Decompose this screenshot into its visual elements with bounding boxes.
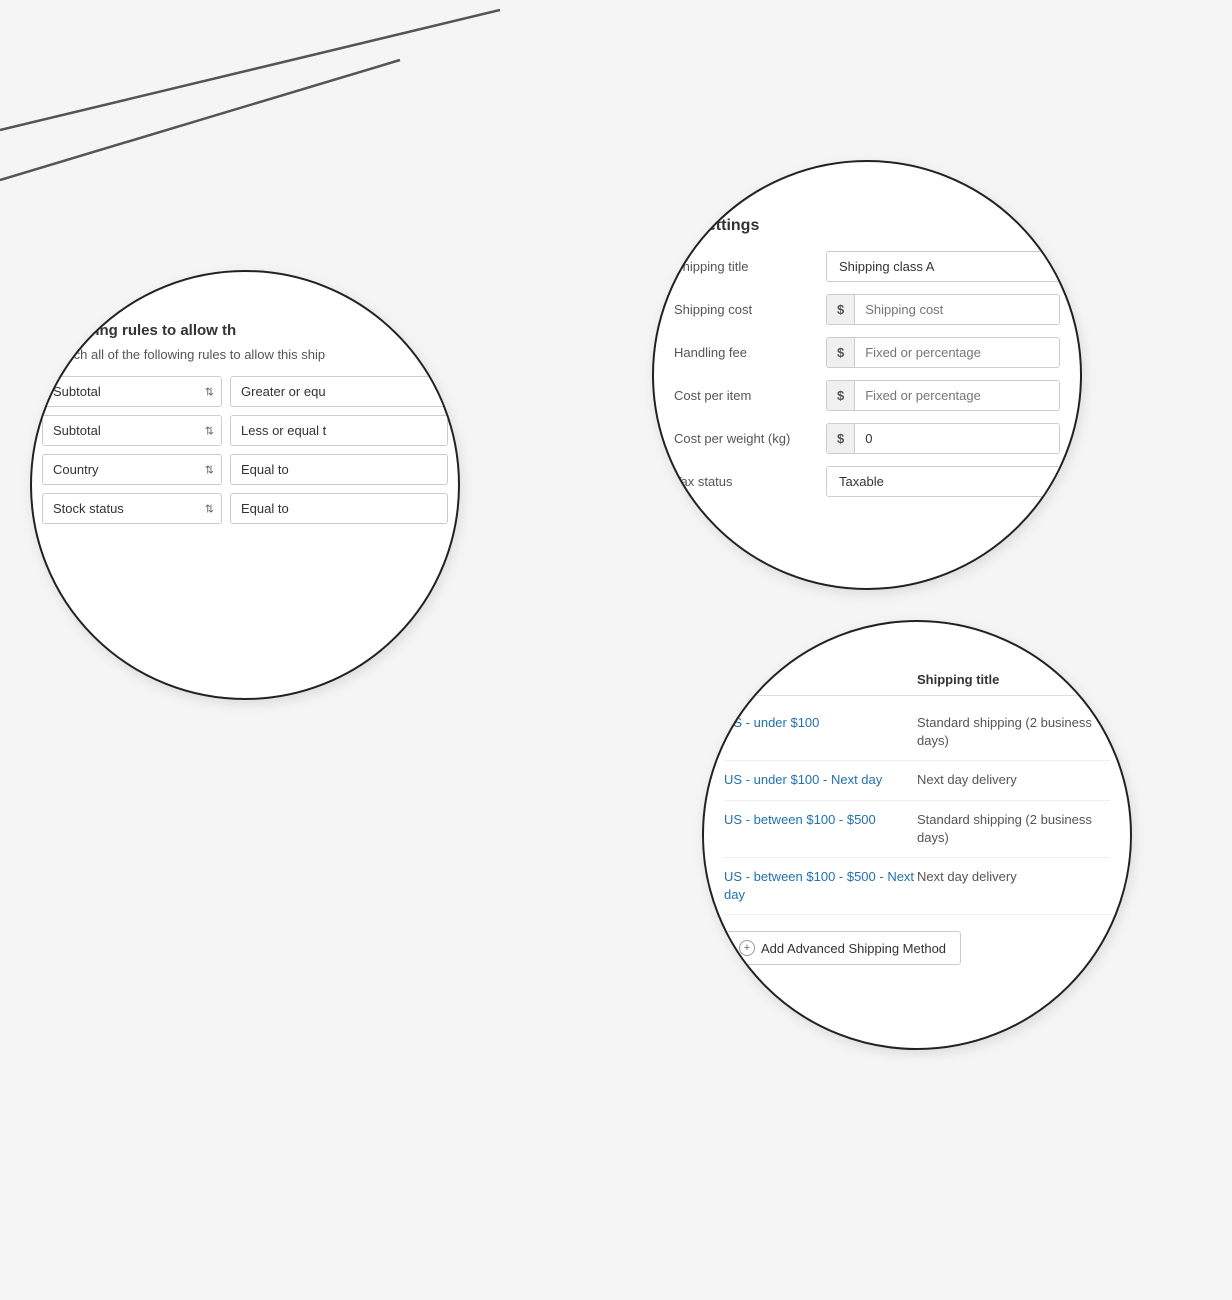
methods-name-1[interactable]: US - under $100 [724, 714, 917, 732]
methods-title-1: Standard shipping (2 business days) [917, 714, 1110, 750]
settings-input-handling-fee[interactable] [855, 338, 1059, 367]
settings-prefix-cost-per-item: $ [827, 381, 855, 410]
settings-label-cost-per-item: Cost per item [674, 388, 814, 403]
settings-input-cost-per-item[interactable] [855, 381, 1059, 410]
methods-row-3: US - between $100 - $500 Standard shippi… [724, 801, 1110, 858]
settings-prefix-shipping-cost: $ [827, 295, 855, 324]
rules-circle: following rules to allow th match all of… [30, 270, 460, 700]
settings-input-wrapper-handling-fee: $ [826, 337, 1060, 368]
rules-header-text: following rules to allow th [52, 322, 236, 339]
settings-label-cost-per-weight: Cost per weight (kg) [674, 431, 814, 446]
settings-row-shipping-cost: Shipping cost $ [674, 294, 1060, 325]
settings-row-handling-fee: Handling fee $ [674, 337, 1060, 368]
rule-field-wrapper-4: Stock status [42, 493, 222, 524]
plus-icon: + [739, 940, 755, 956]
rule-condition-1: Greater or equ [230, 376, 448, 407]
rule-row-4: Stock status Equal to [42, 493, 448, 524]
settings-input-wrapper-cost-per-weight: $ [826, 423, 1060, 454]
settings-input-shipping-cost[interactable] [855, 295, 1059, 324]
settings-row-cost-per-weight: Cost per weight (kg) $ [674, 423, 1060, 454]
methods-name-2[interactable]: US - under $100 - Next day [724, 771, 917, 789]
settings-prefix-handling-fee: $ [827, 338, 855, 367]
methods-panel: Shipping title US - under $100 Standard … [724, 672, 1110, 965]
methods-name-4[interactable]: US - between $100 - $500 - Next day [724, 868, 917, 904]
rule-row-1: Subtotal Greater or equ [42, 376, 448, 407]
settings-panel: ng settings Shipping title Shipping clas… [674, 217, 1060, 509]
rule-condition-2: Less or equal t [230, 415, 448, 446]
settings-label-tax-status: Tax status [674, 474, 814, 489]
settings-label-shipping-title: Shipping title [674, 259, 814, 274]
rules-content: following rules to allow th match all of… [32, 272, 458, 698]
methods-circle: Shipping title US - under $100 Standard … [702, 620, 1132, 1050]
diagonal-decoration [0, 0, 500, 220]
settings-label-shipping-cost: Shipping cost [674, 302, 814, 317]
settings-label-handling-fee: Handling fee [674, 345, 814, 360]
rules-header: following rules to allow th [42, 322, 448, 339]
rule-row-2: Subtotal Less or equal t [42, 415, 448, 446]
methods-row-2: US - under $100 - Next day Next day deli… [724, 761, 1110, 800]
rule-condition-4: Equal to [230, 493, 448, 524]
rule-condition-3: Equal to [230, 454, 448, 485]
settings-input-wrapper-cost-per-item: $ [826, 380, 1060, 411]
rule-field-select-2[interactable]: Subtotal [42, 415, 222, 446]
rule-field-wrapper-1: Subtotal [42, 376, 222, 407]
rules-subheader-text: match all of the following rules to allo… [52, 347, 325, 362]
rules-panel: following rules to allow th match all of… [32, 322, 458, 532]
settings-prefix-cost-per-weight: $ [827, 424, 855, 453]
settings-row-cost-per-item: Cost per item $ [674, 380, 1060, 411]
methods-col-title-header: Shipping title [917, 672, 1110, 687]
settings-value-tax-status[interactable]: Taxable [826, 466, 1060, 497]
rule-row-3: Country Equal to [42, 454, 448, 485]
settings-content: ng settings Shipping title Shipping clas… [654, 162, 1080, 588]
rule-field-select-4[interactable]: Stock status [42, 493, 222, 524]
rule-field-wrapper-2: Subtotal [42, 415, 222, 446]
rule-field-wrapper-3: Country [42, 454, 222, 485]
settings-value-shipping-title[interactable]: Shipping class A [826, 251, 1060, 282]
methods-name-3[interactable]: US - between $100 - $500 [724, 811, 917, 829]
methods-header-row: Shipping title [724, 672, 1110, 696]
methods-title-2: Next day delivery [917, 771, 1110, 789]
add-advanced-shipping-method-button[interactable]: + Add Advanced Shipping Method [724, 931, 961, 965]
methods-content: Shipping title US - under $100 Standard … [704, 622, 1130, 1048]
settings-input-wrapper-shipping-cost: $ [826, 294, 1060, 325]
settings-circle: ng settings Shipping title Shipping clas… [652, 160, 1082, 590]
rule-field-select-3[interactable]: Country [42, 454, 222, 485]
rules-subheader: match all of the following rules to allo… [42, 347, 448, 362]
methods-col-name-header [724, 672, 917, 687]
settings-row-shipping-title: Shipping title Shipping class A [674, 251, 1060, 282]
settings-input-cost-per-weight[interactable] [855, 424, 1059, 453]
methods-row-4: US - between $100 - $500 - Next day Next… [724, 858, 1110, 915]
methods-row-1: US - under $100 Standard shipping (2 bus… [724, 704, 1110, 761]
rule-field-select-1[interactable]: Subtotal [42, 376, 222, 407]
add-method-label: Add Advanced Shipping Method [761, 941, 946, 956]
methods-title-4: Next day delivery [917, 868, 1110, 886]
methods-title-3: Standard shipping (2 business days) [917, 811, 1110, 847]
settings-panel-title: ng settings [674, 217, 1060, 235]
settings-row-tax-status: Tax status Taxable [674, 466, 1060, 497]
